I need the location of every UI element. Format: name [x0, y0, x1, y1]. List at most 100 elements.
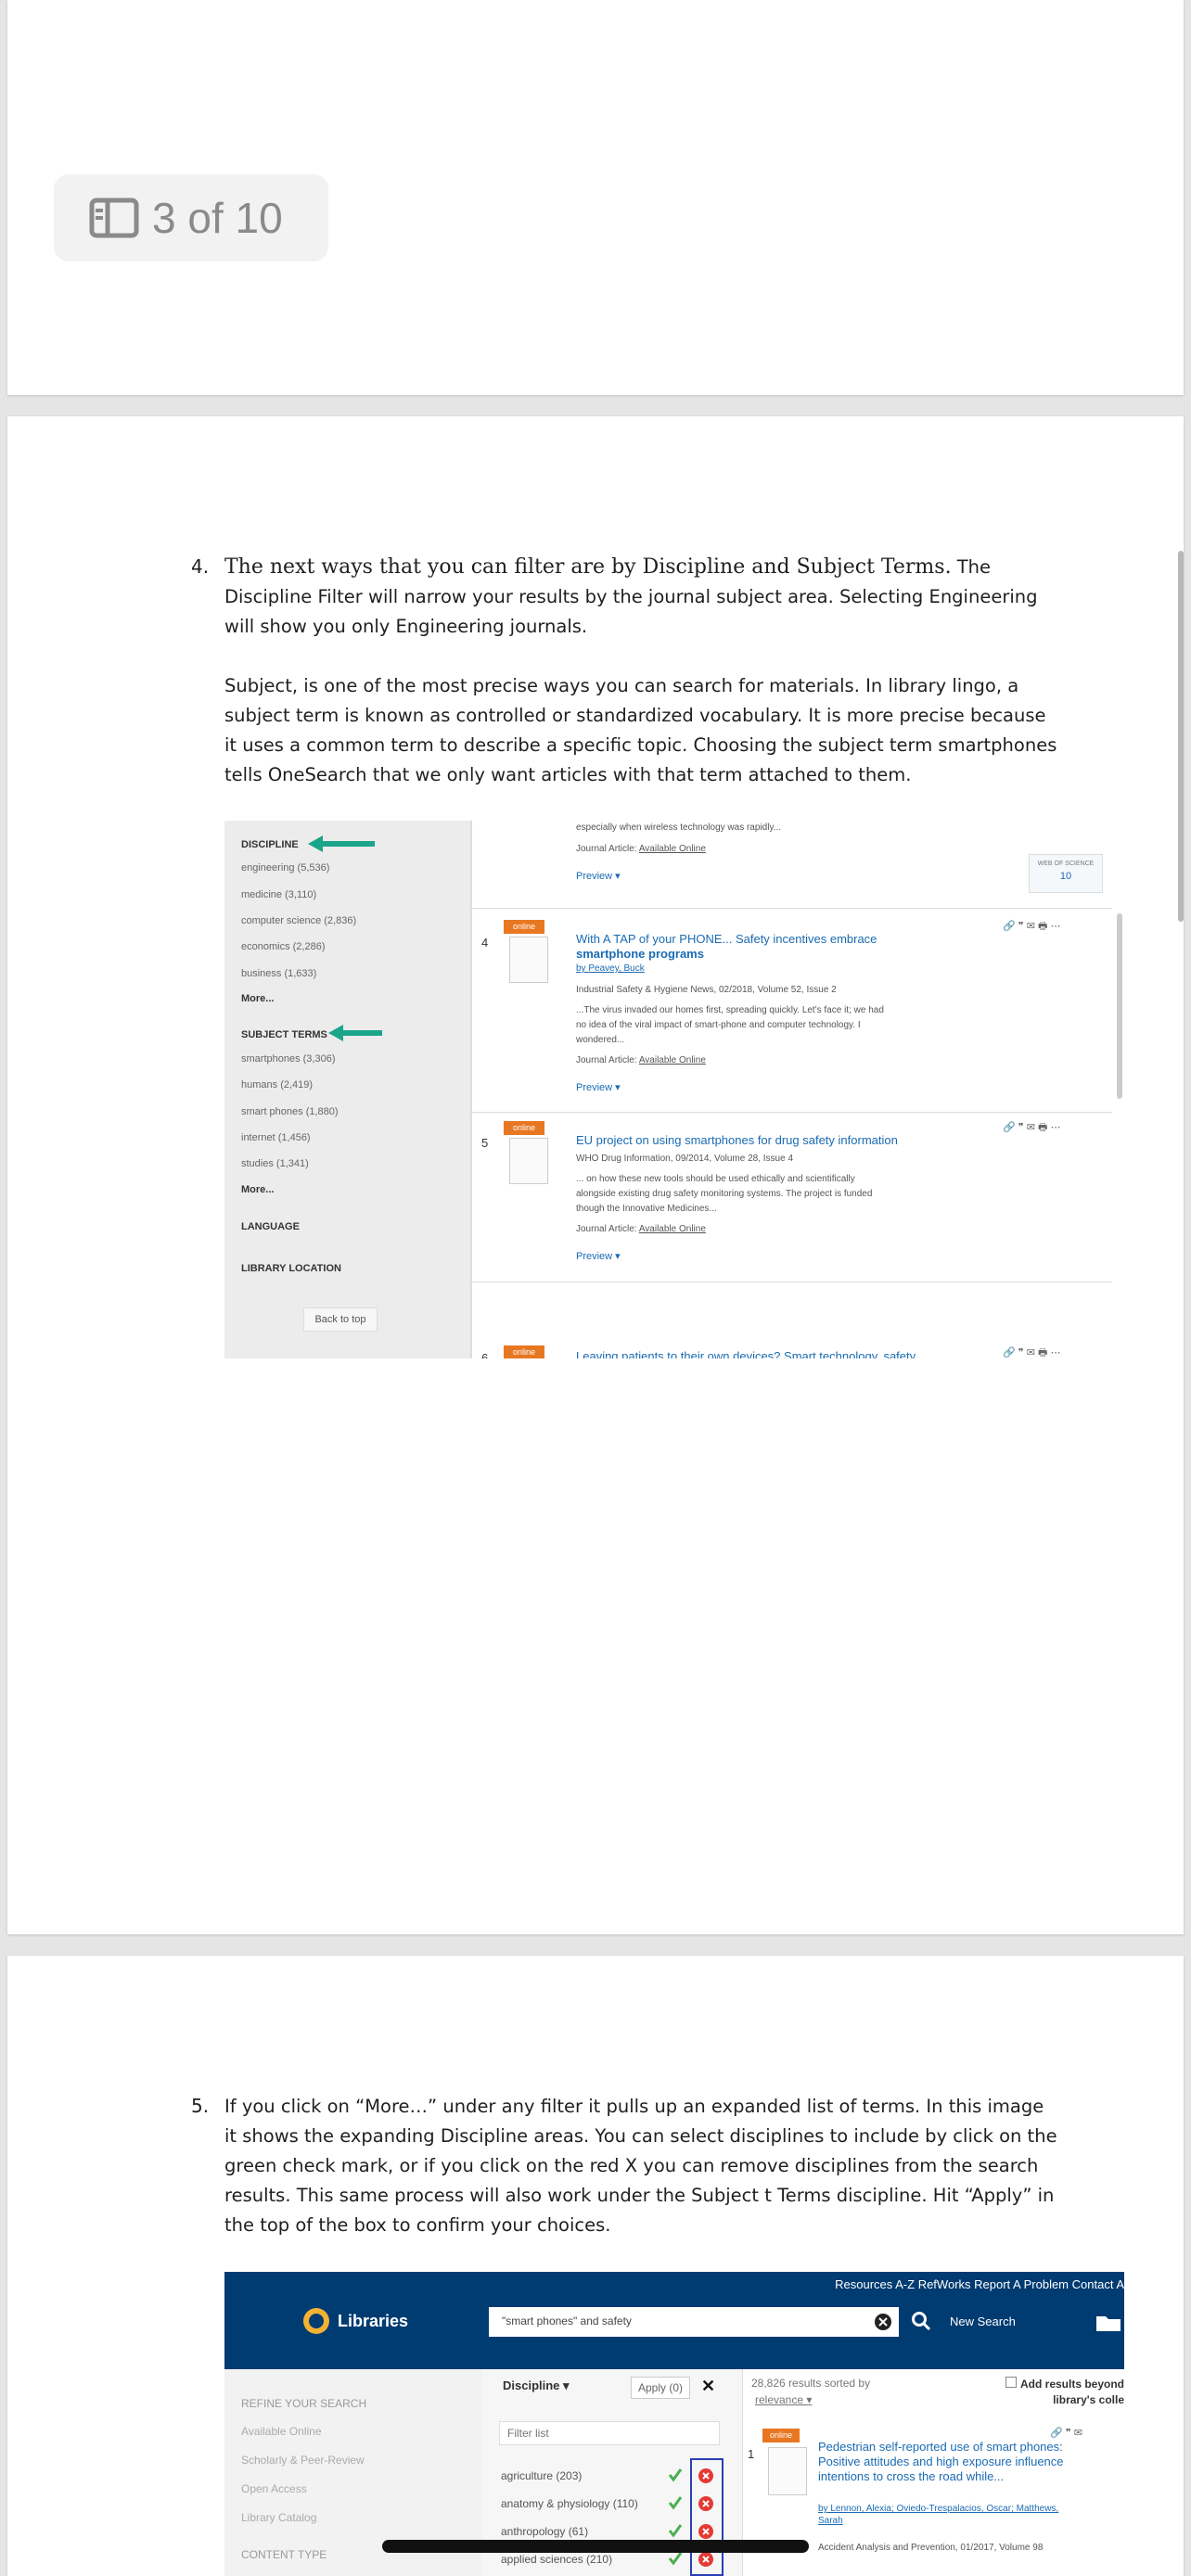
result-author-link[interactable]: by Peavey, Buck: [576, 963, 645, 974]
result-title[interactable]: Leaving patients to their own devices? S…: [576, 1349, 916, 1358]
result-actions-icons[interactable]: 🔗 ❞ ✉: [1050, 2427, 1082, 2439]
step-4-lead: The next ways that you can filter are by…: [224, 555, 952, 579]
online-badge: online: [504, 1345, 544, 1358]
search-value: "smart phones" and safety: [502, 2315, 632, 2327]
online-badge: online: [762, 2429, 800, 2442]
exclude-x-icon[interactable]: [698, 2523, 714, 2540]
subject-more-link[interactable]: More...: [241, 1184, 274, 1195]
available-online-link[interactable]: Available Online: [639, 1224, 706, 1234]
add-results-label: Add results beyond: [1019, 2378, 1124, 2391]
result-type-label: Journal Article:: [576, 1055, 639, 1065]
available-online-link[interactable]: Available Online: [639, 1055, 706, 1065]
result-type-label: Journal Article:: [576, 1224, 639, 1234]
checkbox-box[interactable]: [1005, 2377, 1017, 2388]
discipline-more-link[interactable]: More...: [241, 993, 274, 1004]
back-to-top-button[interactable]: Back to top: [303, 1307, 378, 1332]
subject-item[interactable]: studies (1,341): [241, 1158, 309, 1169]
discipline-item[interactable]: business (1,633): [241, 968, 316, 979]
subject-item[interactable]: humans (2,419): [241, 1079, 313, 1090]
discipline-option: anthropology (61): [501, 2525, 589, 2538]
discipline-dropdown-button[interactable]: Discipline ▾: [503, 2378, 570, 2393]
add-results-checkbox[interactable]: Add results beyond: [1005, 2377, 1124, 2391]
teal-arrow-icon: [328, 1025, 382, 1041]
apply-button[interactable]: Apply (0): [631, 2377, 690, 2399]
page-scrollbar[interactable]: [1178, 551, 1184, 922]
result-type: Journal Article: Available Online: [576, 844, 706, 854]
subject-terms-heading: SUBJECT TERMS: [241, 1029, 327, 1040]
available-online-link[interactable]: Available Online: [639, 844, 706, 854]
discipline-option: agriculture (203): [501, 2469, 583, 2482]
result-number: 4: [481, 936, 489, 950]
search-icon[interactable]: [911, 2311, 931, 2331]
libraries-logo-icon: [303, 2308, 329, 2334]
exclude-x-icon[interactable]: [698, 2495, 714, 2512]
result-authors[interactable]: by Lennon, Alexia; Oviedo-Trespalacios, …: [818, 2503, 1073, 2527]
step-5-number: 5.: [191, 2095, 210, 2117]
step-5-paragraph: If you click on “More…” under any filter…: [224, 2096, 1057, 2236]
subject-item[interactable]: smartphones (3,306): [241, 1053, 336, 1065]
header-links[interactable]: Resources A-Z RefWorks Report A Problem …: [835, 2277, 1124, 2291]
home-indicator[interactable]: [382, 2540, 809, 2553]
results-list: especially when wireless technology was …: [470, 821, 1124, 1358]
refine-item[interactable]: Library Catalog: [241, 2511, 316, 2524]
web-of-science-badge[interactable]: WEB OF SCIENCE 10: [1029, 854, 1103, 893]
exclude-x-icon[interactable]: [698, 2551, 714, 2568]
library-header-bar: Resources A-Z RefWorks Report A Problem …: [224, 2272, 1124, 2369]
include-check-icon[interactable]: [668, 2468, 683, 2482]
subject-item[interactable]: internet (1,456): [241, 1132, 311, 1143]
step-4-subject-paragraph: Subject, is one of the most precise ways…: [224, 675, 1057, 785]
result-title[interactable]: EU project on using smartphones for drug…: [576, 1133, 898, 1147]
preview-link[interactable]: Preview ▾: [576, 1250, 621, 1262]
divider: [472, 1112, 1112, 1113]
include-check-icon[interactable]: [668, 2495, 683, 2510]
onesearch-screenshot-filters: DISCIPLINE engineering (5,536) medicine …: [224, 821, 1124, 1358]
result-snippet: ...The virus invaded our homes first, sp…: [576, 1005, 884, 1015]
discipline-item[interactable]: computer science (2,836): [241, 915, 356, 926]
result-snippet: though the Innovative Medicines...: [576, 1204, 717, 1214]
refine-item[interactable]: Available Online: [241, 2425, 322, 2438]
new-search-button[interactable]: New Search: [950, 2315, 1016, 2328]
refine-item[interactable]: Scholarly & Peer-Review: [241, 2454, 365, 2467]
document-thumbnail-icon: [509, 1138, 548, 1184]
result-snippet: no idea of the viral impact of smart-pho…: [576, 1020, 861, 1030]
result-actions-icons[interactable]: 🔗 ❞ ✉ 🖶 ⋯: [1003, 1119, 1060, 1137]
results-scrollbar[interactable]: [1117, 913, 1122, 1099]
result-number: 5: [481, 1136, 489, 1150]
exclude-x-icon[interactable]: [698, 2468, 714, 2484]
divider: [472, 908, 1112, 909]
close-icon[interactable]: ✕: [701, 2377, 715, 2396]
sidebar-panel-icon: [89, 198, 139, 238]
include-check-icon[interactable]: [668, 2551, 683, 2566]
online-badge: online: [504, 1121, 544, 1135]
refine-item[interactable]: Open Access: [241, 2482, 307, 2495]
preview-link[interactable]: Preview ▾: [576, 870, 621, 882]
filter-list-input[interactable]: [499, 2421, 720, 2445]
document-page-3: 5. If you click on “More…” under any fil…: [7, 1956, 1184, 2576]
discipline-option: anatomy & physiology (110): [501, 2497, 638, 2510]
discipline-item[interactable]: medicine (3,110): [241, 889, 316, 900]
search-input[interactable]: "smart phones" and safety: [489, 2307, 899, 2337]
folder-icon[interactable]: [1095, 2313, 1122, 2333]
result-actions-icons[interactable]: 🔗 ❞ ✉ 🖶 ⋯: [1003, 918, 1060, 936]
sort-relevance-dropdown[interactable]: relevance ▾: [755, 2393, 812, 2406]
step-4-paragraph: The next ways that you can filter are by…: [224, 553, 1059, 642]
result-title[interactable]: Pedestrian self-reported use of smart ph…: [818, 2440, 1073, 2484]
libraries-logo[interactable]: Libraries: [302, 2307, 408, 2335]
result-actions-icons[interactable]: 🔗 ❞ ✉ 🖶 ⋯: [1003, 1345, 1060, 1358]
page-indicator[interactable]: 3 of 10: [54, 174, 328, 261]
result-title[interactable]: With A TAP of your PHONE... Safety incen…: [576, 932, 877, 946]
content-type-heading[interactable]: CONTENT TYPE: [241, 2548, 327, 2561]
preview-link[interactable]: Preview ▾: [576, 1081, 621, 1093]
subject-item[interactable]: smart phones (1,880): [241, 1106, 339, 1117]
language-heading[interactable]: LANGUAGE: [241, 1221, 300, 1232]
document-thumbnail-icon: [768, 2447, 807, 2495]
result-snippet: alongside existing drug safety monitorin…: [576, 1189, 873, 1199]
discipline-item[interactable]: engineering (5,536): [241, 862, 329, 874]
discipline-item[interactable]: economics (2,286): [241, 941, 326, 952]
library-location-heading[interactable]: LIBRARY LOCATION: [241, 1263, 341, 1274]
result-title-line2[interactable]: smartphone programs: [576, 947, 704, 961]
document-page-1: 3 of 10: [7, 0, 1184, 395]
step-4-number: 4.: [191, 555, 210, 578]
include-check-icon[interactable]: [668, 2523, 683, 2538]
clear-search-icon[interactable]: [875, 2314, 891, 2330]
